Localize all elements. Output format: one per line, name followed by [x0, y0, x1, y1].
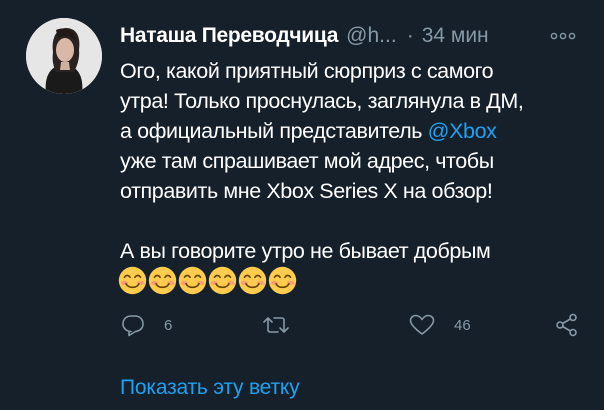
smiling-face-with-smiling-eyes-icon [208, 266, 237, 295]
author-name[interactable]: Наташа Переводчица [120, 22, 338, 50]
avatar[interactable] [26, 18, 102, 94]
emoji-row [118, 266, 297, 296]
smiling-face-with-smiling-eyes-icon [118, 266, 147, 295]
show-thread-link[interactable]: Показать эту ветку [120, 374, 300, 402]
more-options-icon[interactable] [546, 28, 580, 44]
retweet-icon [263, 317, 289, 333]
tweet-header: Наташа Переводчица @h... · 34 мин [120, 22, 489, 50]
reply-icon [122, 315, 144, 337]
avatar-photo [26, 18, 102, 94]
action-bar: 6 46 [120, 310, 590, 340]
smiling-face-with-smiling-eyes-icon [148, 266, 177, 295]
tweet-line: а официальный представитель @Xbox [120, 116, 590, 146]
like-count: 46 [454, 316, 471, 334]
smiling-face-with-smiling-eyes-icon [238, 266, 267, 295]
tweet-line: уже там спрашивает мой адрес, чтобы [120, 149, 494, 173]
heart-icon [409, 314, 435, 335]
share-icon [556, 313, 577, 337]
reply-count: 6 [164, 316, 173, 334]
retweet-button[interactable] [262, 310, 308, 340]
mention-link[interactable]: @Xbox [428, 119, 497, 143]
author-handle[interactable]: @h... [346, 22, 397, 50]
timestamp[interactable]: 34 мин [422, 22, 489, 50]
tweet-line: отправить мне Xbox Series X на обзор! [120, 179, 493, 203]
tweet[interactable]: Наташа Переводчица @h... · 34 мин Ого, к… [0, 0, 604, 410]
reply-button[interactable]: 6 [120, 310, 172, 340]
tweet-line: Ого, какой приятный сюрприз с самого [120, 59, 494, 83]
smiling-face-with-smiling-eyes-icon [268, 266, 297, 295]
tweet-line: утра! Только проснулась, заглянула в ДМ, [120, 89, 524, 113]
tweet-line-text: а официальный представитель [120, 119, 428, 143]
separator-dot: · [406, 24, 414, 47]
smiling-face-with-smiling-eyes-icon [178, 266, 207, 295]
tweet-text: Ого, какой приятный сюрприз с самого утр… [120, 56, 590, 266]
share-button[interactable] [554, 310, 580, 340]
like-button[interactable]: 46 [408, 310, 471, 340]
tweet-line: А вы говорите утро не бывает добрым [120, 239, 491, 263]
